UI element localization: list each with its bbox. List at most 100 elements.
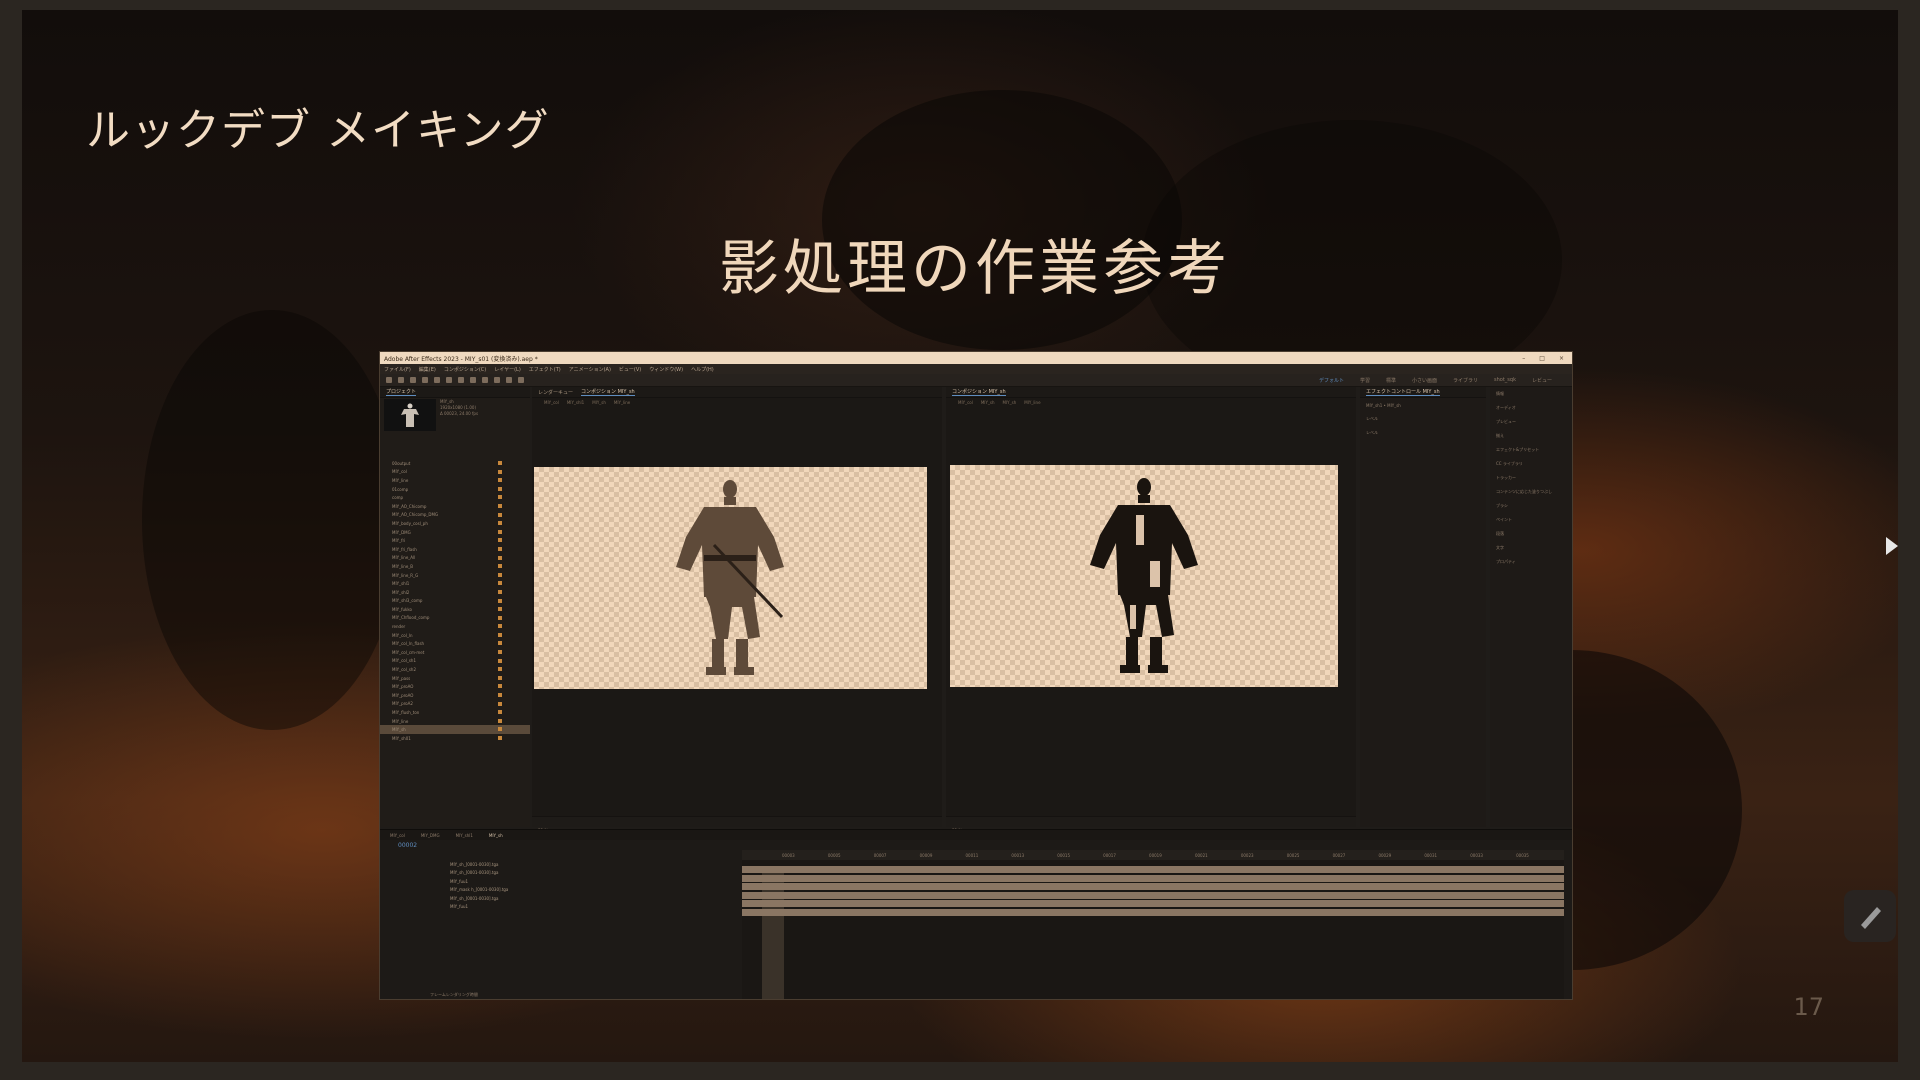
workspace-review[interactable]: レビュー — [1532, 377, 1552, 384]
selection-tool-icon[interactable] — [386, 377, 392, 383]
right-panel-tab[interactable]: 段落 — [1490, 527, 1572, 541]
project-item[interactable]: MIY_shl2 — [380, 588, 530, 597]
workspace-shot[interactable]: shot_sqk — [1494, 377, 1516, 384]
menu-edit[interactable]: 編集(E) — [419, 366, 436, 373]
project-item[interactable]: MIY_proAO — [380, 691, 530, 700]
project-item[interactable]: MIY_body_cosl_ph — [380, 519, 530, 528]
viewer-subtab[interactable]: MIY_shl1 — [567, 400, 584, 405]
menu-window[interactable]: ウィンドウ(W) — [649, 366, 683, 373]
right-panel-tab[interactable]: 文字 — [1490, 541, 1572, 555]
composition-canvas-left[interactable] — [534, 467, 927, 689]
project-item[interactable]: MIY_col_sh2 — [380, 665, 530, 674]
project-item[interactable]: 01comp — [380, 485, 530, 494]
brush-tool-icon[interactable] — [482, 377, 488, 383]
workspace-learn[interactable]: 学習 — [1360, 377, 1370, 384]
project-item[interactable]: MIY_line — [380, 717, 530, 726]
menu-composition[interactable]: コンポジション(C) — [444, 366, 486, 373]
layer-duration-bar[interactable] — [742, 866, 1564, 873]
menu-file[interactable]: ファイル(F) — [384, 366, 411, 373]
tab-composition[interactable]: コンポジション MIY_sh — [581, 388, 635, 396]
right-panel-tab[interactable]: トラッカー — [1490, 471, 1572, 485]
puppet-tool-icon[interactable] — [518, 377, 524, 383]
timeline-layer[interactable]: MIY_sh_[0001-0030].tga — [380, 860, 740, 869]
layer-duration-bar[interactable] — [742, 891, 1564, 899]
layer-duration-bar[interactable] — [742, 883, 1564, 890]
workspace-small-screen[interactable]: 小さい画面 — [1412, 377, 1437, 384]
project-item[interactable]: MIY_col_ln — [380, 631, 530, 640]
time-ruler[interactable]: 00003 00005 00007 00009 00011 00013 00015 00017… — [742, 850, 1564, 860]
project-item[interactable]: MIY_Chflood_comp — [380, 614, 530, 623]
project-item[interactable]: MIY_proA2 — [380, 700, 530, 709]
composition-canvas-right[interactable] — [950, 465, 1338, 687]
viewer-subtab[interactable]: MIY_sh — [592, 400, 606, 405]
timeline-layer[interactable]: MIY_mask h_[0001-0030].tga — [380, 886, 740, 895]
timeline-track-area[interactable]: 00003 00005 00007 00009 00011 00013 00015 00017… — [742, 850, 1564, 999]
project-item[interactable]: comp — [380, 493, 530, 502]
layer-duration-bar[interactable] — [742, 908, 1564, 916]
zoom-tool-icon[interactable] — [410, 377, 416, 383]
right-panel-tab[interactable]: CC ライブラリ — [1490, 457, 1572, 471]
project-item[interactable]: MIY_line_All — [380, 554, 530, 563]
project-item[interactable]: render — [380, 622, 530, 631]
right-panel-tab[interactable]: ブラシ — [1490, 499, 1572, 513]
eraser-tool-icon[interactable] — [506, 377, 512, 383]
tab-composition-right[interactable]: コンポジション MIY_sh — [952, 388, 1006, 396]
workspace-default[interactable]: デフォルト — [1319, 377, 1344, 384]
viewer-subtab[interactable]: MIY_line — [1024, 400, 1040, 405]
menu-animation[interactable]: アニメーション(A) — [569, 366, 611, 373]
project-item[interactable]: MIY_shl3_comp — [380, 597, 530, 606]
timeline-layer[interactable]: MIY_sh_[0001-0030].tga — [380, 869, 740, 878]
project-item[interactable]: MIY_pass — [380, 674, 530, 683]
project-item[interactable]: MIY_sh — [380, 725, 530, 734]
project-item[interactable]: MIY_AO_Chicomp — [380, 502, 530, 511]
right-panel-tab[interactable]: プロパティ — [1490, 555, 1572, 569]
right-panel-tab[interactable]: プレビュー — [1490, 415, 1572, 429]
viewer-subtab[interactable]: MIY_sh — [981, 400, 995, 405]
right-panel-tab[interactable]: コンテンツに応じた塗りつぶし — [1490, 485, 1572, 499]
project-item[interactable]: MIY_col_sh1 — [380, 657, 530, 666]
stamp-tool-icon[interactable] — [494, 377, 500, 383]
pen-tool-button[interactable] — [1844, 890, 1896, 942]
viewer-subtab[interactable]: MIY_line — [614, 400, 630, 405]
shape-tool-icon[interactable] — [446, 377, 452, 383]
project-item[interactable]: MIY_sh01 — [380, 734, 530, 743]
right-panel-tab[interactable]: 情報 — [1490, 387, 1572, 401]
layer-duration-bar[interactable] — [742, 874, 1564, 882]
viewer-subtab[interactable]: MIY_col — [544, 400, 559, 405]
timeline-layer[interactable]: MIY_sh_[0001-0030].tga — [380, 894, 740, 903]
project-item[interactable]: MIY_col_ln_flash — [380, 639, 530, 648]
layer-duration-bar[interactable] — [742, 900, 1564, 907]
right-panel-tab[interactable]: 揃え — [1490, 429, 1572, 443]
effect-levels[interactable]: レベル — [1360, 412, 1486, 426]
viewer-subtab[interactable]: MIY_sh — [1003, 400, 1017, 405]
timeline-layer[interactable]: MIY_fuu1 — [380, 903, 740, 912]
tab-effect-controls[interactable]: エフェクトコントロール MIY_sh — [1366, 388, 1440, 396]
menu-effect[interactable]: エフェクト(T) — [529, 366, 561, 373]
project-item[interactable]: MIY_fri_flash — [380, 545, 530, 554]
timeline-tab[interactable]: MIY_DMG — [421, 833, 440, 838]
right-panel-tab[interactable]: ペイント — [1490, 513, 1572, 527]
tab-render-queue[interactable]: レンダーキュー — [538, 389, 573, 396]
project-item[interactable]: MIY_line_R_G — [380, 571, 530, 580]
project-item[interactable]: MIY_col_cm-met — [380, 648, 530, 657]
current-timecode[interactable]: 00002 — [398, 842, 417, 849]
type-tool-icon[interactable] — [470, 377, 476, 383]
workspace-libraries[interactable]: ライブラリ — [1453, 377, 1478, 384]
minimize-icon[interactable]: – — [1522, 355, 1525, 362]
menu-help[interactable]: ヘルプ(H) — [691, 366, 714, 373]
project-item[interactable]: MIY_line_B — [380, 562, 530, 571]
effect-levels-2[interactable]: レベル — [1360, 426, 1486, 440]
rotate-tool-icon[interactable] — [422, 377, 428, 383]
timeline-tab[interactable]: MIY_sh — [489, 833, 503, 838]
viewer-subtab[interactable]: MIY_col — [958, 400, 973, 405]
menu-view[interactable]: ビュー(V) — [619, 366, 641, 373]
project-item[interactable]: MIY_fukko — [380, 605, 530, 614]
project-item[interactable]: MIY_line — [380, 476, 530, 485]
menu-layer[interactable]: レイヤー(L) — [494, 366, 521, 373]
right-panel-tab[interactable]: オーディオ — [1490, 401, 1572, 415]
maximize-icon[interactable]: □ — [1539, 355, 1545, 362]
timeline-tab[interactable]: MIY_col — [390, 833, 405, 838]
timeline-layer[interactable]: MIY_fuu1 — [380, 877, 740, 886]
workspace-standard[interactable]: 標準 — [1386, 377, 1396, 384]
project-item[interactable]: MIY_fri — [380, 536, 530, 545]
